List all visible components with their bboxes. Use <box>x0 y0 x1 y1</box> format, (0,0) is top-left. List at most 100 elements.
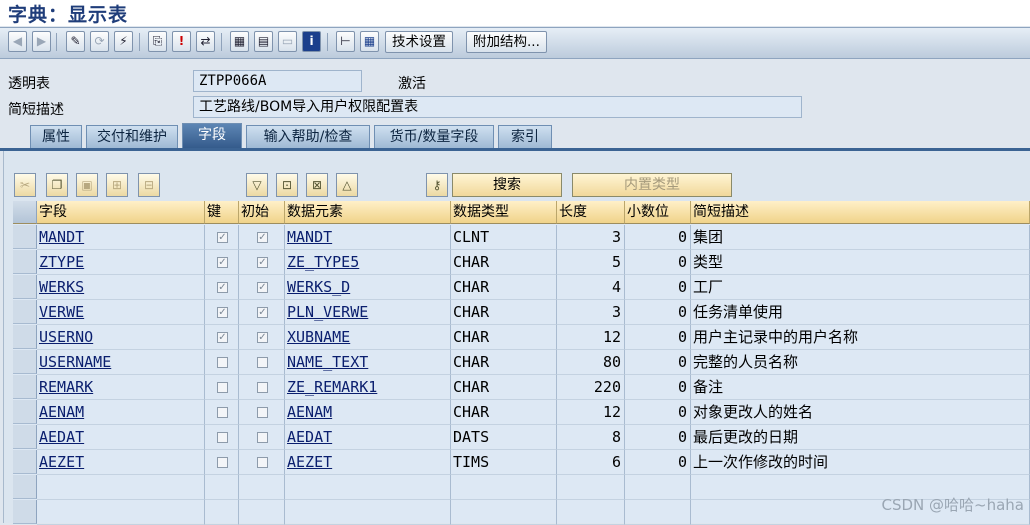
initial-cell[interactable] <box>239 375 285 400</box>
empty-cell[interactable] <box>557 475 625 500</box>
row-selector[interactable] <box>13 350 37 374</box>
initial-checkbox[interactable] <box>257 357 268 368</box>
search-button[interactable]: 搜索 <box>452 173 562 197</box>
structure-icon[interactable]: ⊢ <box>336 31 355 52</box>
field-name-cell[interactable]: REMARK <box>37 375 205 400</box>
data-type-cell[interactable]: CHAR <box>451 400 557 425</box>
where-used-icon[interactable]: ⇄ <box>196 31 215 52</box>
header-field[interactable]: 字段 <box>37 201 205 224</box>
row-selector[interactable] <box>13 250 37 274</box>
initial-cell[interactable] <box>239 450 285 475</box>
empty-cell[interactable] <box>37 475 205 500</box>
hierarchy-icon[interactable]: ▦ <box>230 31 249 52</box>
data-element-cell-text[interactable]: AENAM <box>285 400 450 424</box>
row-selector[interactable] <box>13 400 37 424</box>
short-description-cell[interactable]: 工厂 <box>691 275 1030 300</box>
initial-cell[interactable]: ✓ <box>239 300 285 325</box>
data-type-cell[interactable]: CHAR <box>451 375 557 400</box>
decimals-cell[interactable]: 0 <box>625 250 691 275</box>
key-checkbox[interactable]: ✓ <box>217 282 228 293</box>
length-cell[interactable]: 80 <box>557 350 625 375</box>
data-type-cell[interactable]: CHAR <box>451 350 557 375</box>
short-description-cell[interactable]: 对象更改人的姓名 <box>691 400 1030 425</box>
tab-input-help-check[interactable]: 输入帮助/检查 <box>246 125 370 148</box>
table-icon[interactable]: ▦ <box>360 31 379 52</box>
field-name-cell[interactable]: ZTYPE <box>37 250 205 275</box>
data-type-cell[interactable]: CHAR <box>451 275 557 300</box>
data-element-cell-text[interactable]: NAME_TEXT <box>285 350 450 374</box>
decimals-cell[interactable]: 0 <box>625 225 691 250</box>
empty-cell[interactable] <box>451 475 557 500</box>
field-name-cell[interactable]: MANDT <box>37 225 205 250</box>
field-name-cell-text[interactable]: MANDT <box>37 225 204 249</box>
empty-cell[interactable] <box>285 475 451 500</box>
field-name-cell[interactable]: USERNO <box>37 325 205 350</box>
position-icon[interactable]: ⊡ <box>276 173 298 197</box>
sort-icon[interactable]: △ <box>336 173 358 197</box>
field-name-cell[interactable]: AEZET <box>37 450 205 475</box>
key-cell[interactable] <box>205 425 239 450</box>
cut-icon[interactable]: ✂ <box>14 173 36 197</box>
initial-checkbox[interactable]: ✓ <box>257 232 268 243</box>
field-name-cell-text[interactable]: AEDAT <box>37 425 204 449</box>
initial-checkbox[interactable]: ✓ <box>257 332 268 343</box>
paste-icon[interactable]: ▣ <box>76 173 98 197</box>
key-cell[interactable]: ✓ <box>205 275 239 300</box>
info-icon[interactable]: i <box>302 31 321 52</box>
empty-cell[interactable] <box>239 475 285 500</box>
data-type-cell[interactable]: CHAR <box>451 250 557 275</box>
tab-delivery-maintenance[interactable]: 交付和维护 <box>86 125 178 148</box>
key-checkbox[interactable]: ✓ <box>217 232 228 243</box>
header-length[interactable]: 长度 <box>557 201 625 224</box>
short-description-cell[interactable]: 备注 <box>691 375 1030 400</box>
key-checkbox[interactable] <box>217 357 228 368</box>
select-icon[interactable]: ⊠ <box>306 173 328 197</box>
header-data-type[interactable]: 数据类型 <box>451 201 557 224</box>
initial-checkbox[interactable] <box>257 457 268 468</box>
short-description-cell[interactable]: 完整的人员名称 <box>691 350 1030 375</box>
data-element-cell[interactable]: WERKS_D <box>285 275 451 300</box>
length-cell[interactable]: 8 <box>557 425 625 450</box>
short-description-cell[interactable]: 上一次作修改的时间 <box>691 450 1030 475</box>
row-selector[interactable] <box>13 275 37 299</box>
data-element-cell[interactable]: ZE_REMARK1 <box>285 375 451 400</box>
field-name-cell-text[interactable]: REMARK <box>37 375 204 399</box>
data-element-cell[interactable]: MANDT <box>285 225 451 250</box>
data-element-cell-text[interactable]: ZE_REMARK1 <box>285 375 450 399</box>
row-selector[interactable] <box>13 475 37 499</box>
initial-checkbox[interactable] <box>257 382 268 393</box>
layout-icon[interactable]: ▤ <box>254 31 273 52</box>
row-selector[interactable] <box>13 375 37 399</box>
data-element-cell[interactable]: NAME_TEXT <box>285 350 451 375</box>
decimals-cell[interactable]: 0 <box>625 300 691 325</box>
data-type-cell[interactable]: TIMS <box>451 450 557 475</box>
description-field[interactable]: 工艺路线/BOM导入用户权限配置表 <box>193 96 802 118</box>
key-checkbox[interactable] <box>217 432 228 443</box>
field-name-cell-text[interactable]: AENAM <box>37 400 204 424</box>
row-selector[interactable] <box>13 500 37 524</box>
initial-checkbox[interactable]: ✓ <box>257 282 268 293</box>
short-description-cell[interactable]: 用户主记录中的用户名称 <box>691 325 1030 350</box>
empty-cell[interactable] <box>285 500 451 525</box>
back-icon[interactable]: ◀ <box>8 31 27 52</box>
key-cell[interactable] <box>205 450 239 475</box>
data-element-cell[interactable]: XUBNAME <box>285 325 451 350</box>
key-cell[interactable]: ✓ <box>205 325 239 350</box>
initial-checkbox[interactable]: ✓ <box>257 307 268 318</box>
length-cell[interactable]: 220 <box>557 375 625 400</box>
decimals-cell[interactable]: 0 <box>625 425 691 450</box>
data-element-cell-text[interactable]: WERKS_D <box>285 275 450 299</box>
data-type-cell[interactable]: CHAR <box>451 325 557 350</box>
field-name-cell[interactable]: WERKS <box>37 275 205 300</box>
length-cell[interactable]: 12 <box>557 325 625 350</box>
key-checkbox[interactable]: ✓ <box>217 307 228 318</box>
data-element-cell[interactable]: ZE_TYPE5 <box>285 250 451 275</box>
table-name-field[interactable]: ZTPP066A <box>193 70 362 92</box>
data-type-cell[interactable]: CHAR <box>451 300 557 325</box>
empty-cell[interactable] <box>239 500 285 525</box>
data-element-cell[interactable]: AENAM <box>285 400 451 425</box>
technical-settings-button[interactable]: 技术设置 <box>385 31 453 53</box>
decimals-cell[interactable]: 0 <box>625 450 691 475</box>
tab-fields[interactable]: 字段 <box>182 123 242 149</box>
other-object-icon[interactable]: ⎘ <box>148 31 167 52</box>
